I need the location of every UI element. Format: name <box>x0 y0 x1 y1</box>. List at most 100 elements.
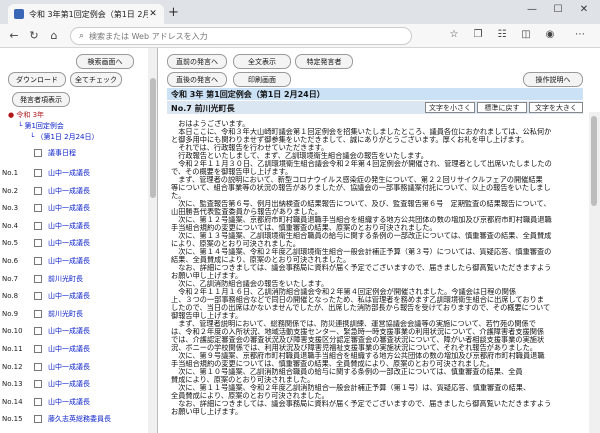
agenda-link[interactable]: 議事日程 <box>48 148 76 158</box>
speaker-row[interactable]: No.8 山中一成議長 <box>2 289 90 303</box>
speaker-row[interactable]: No.1 山中一成議長 <box>2 166 90 180</box>
speaker-display-button[interactable]: 発言者項表示 <box>12 92 70 107</box>
speaker-link[interactable]: 前川光町長 <box>48 274 83 284</box>
speaker-number: No.12 <box>2 362 23 371</box>
profile-icon[interactable]: ◉ <box>542 29 558 40</box>
speaker-checkbox[interactable] <box>34 345 42 353</box>
speaker-link[interactable]: 山中一成議長 <box>48 291 90 301</box>
home-icon[interactable]: ⌂ <box>46 29 62 42</box>
tab-title: 令和 3年第1回定例会（第1日 2月 <box>29 9 148 19</box>
search-screen-button[interactable]: 検索画面へ <box>76 54 134 69</box>
speaker-checkbox[interactable] <box>34 274 42 283</box>
transcript-line: お願い申し上げます。 <box>171 408 243 416</box>
transcript-pane: 直前の発言へ 全文表示 特定発言者 直後の発言へ 印刷画面 操作説明へ 令和 3… <box>159 48 600 433</box>
speaker-row[interactable]: No.2 山中一成議長 <box>2 184 90 198</box>
help-button[interactable]: 操作説明へ <box>523 72 583 87</box>
speaker-number: No.15 <box>2 415 23 424</box>
speaker-number: No.6 <box>2 257 19 265</box>
speaker-link[interactable]: 山中一成議長 <box>48 397 90 407</box>
transcript-line: おはようございます。 <box>171 120 250 128</box>
speaker-checkbox[interactable] <box>34 204 42 213</box>
speaker-number: No.9 <box>2 309 19 318</box>
transcript-line: では、介護認定審査会の審査状況及び障害支援区分認定審査会の審査状況について、障が… <box>171 336 545 344</box>
more-menu-icon[interactable]: ⋯ <box>572 29 588 40</box>
speaker-row[interactable]: No.6 山中一成議長 <box>2 254 90 268</box>
speaker-link[interactable]: 山中一成議長 <box>48 256 90 266</box>
speaker-number: No.13 <box>2 380 23 389</box>
refresh-icon[interactable]: ↻ <box>26 29 42 42</box>
tab-close-icon[interactable]: ✕ <box>148 9 158 19</box>
address-bar[interactable]: ⌕ 検索または Web アドレスを入力 <box>70 27 412 45</box>
favorites-bar-icon[interactable]: ☷ <box>494 29 510 40</box>
right-scrollbar-thumb[interactable] <box>591 116 597 206</box>
speaker-checkbox[interactable] <box>34 221 42 230</box>
next-speech-button[interactable]: 直後の発言へ <box>167 72 227 87</box>
speaker-link[interactable]: 山中一成議長 <box>48 379 90 389</box>
speaker-link[interactable]: 前川光町長 <box>48 309 83 319</box>
print-screen-button[interactable]: 印刷画面 <box>233 72 291 87</box>
speaker-row[interactable]: No.15 藤久志英総務委員長 <box>2 412 111 426</box>
speaker-checkbox[interactable] <box>34 415 42 424</box>
speaker-checkbox[interactable] <box>34 169 42 177</box>
speaker-row[interactable]: No.11 山中一成議長 <box>2 342 90 356</box>
close-window-icon[interactable]: ✕ <box>572 4 596 15</box>
maximize-icon[interactable]: ☐ <box>546 4 570 15</box>
speaker-row[interactable]: No.10 山中一成議長 <box>2 324 90 338</box>
transcript-line: 手当組合規約の変更については、慎重審査の結果、全員賛成により、原案のとおり可決さ… <box>171 360 494 368</box>
transcript-line: お願い申し上げます。 <box>171 272 243 280</box>
download-button[interactable]: ダウンロード <box>8 72 66 87</box>
agenda-row[interactable]: 議事日程 <box>2 146 76 160</box>
speaker-link[interactable]: 山中一成議長 <box>48 186 90 196</box>
tree-day[interactable]: └ （第1日 2月24日） <box>30 132 99 142</box>
font-smaller-button[interactable]: 文字を小さく <box>425 102 475 113</box>
font-larger-button[interactable]: 文字を大きく <box>529 102 583 113</box>
extensions-icon[interactable]: ◫ <box>518 29 534 40</box>
speaker-link[interactable]: 藤久志英総務委員長 <box>48 414 111 424</box>
specified-speaker-button[interactable]: 特定発言者 <box>295 54 353 69</box>
transcript-line: 等について、組合事業等の状況の報告がありましたが、協議会の一部事務議案付託につい… <box>171 184 551 192</box>
speaker-checkbox[interactable] <box>34 327 42 336</box>
right-scrollbar[interactable] <box>589 112 600 433</box>
speaker-checkbox[interactable] <box>34 380 42 389</box>
speaker-link[interactable]: 山中一成議長 <box>48 344 90 354</box>
favorites-star-icon[interactable]: ☆ <box>446 29 462 40</box>
speaker-row[interactable]: No.4 山中一成議長 <box>2 219 90 233</box>
left-scrollbar-thumb[interactable] <box>150 78 156 198</box>
speaker-row[interactable]: No.14 山中一成議長 <box>2 395 90 409</box>
transcript-line: まず、管理者説明において、総務関係では、防災連携訓練、運営協議会会議等の実施につ… <box>171 320 536 328</box>
speaker-checkbox[interactable] <box>34 186 42 195</box>
speaker-row[interactable]: No.12 山中一成議長 <box>2 360 90 374</box>
tree-session[interactable]: └ 第1回定例会 <box>18 121 64 131</box>
check-all-button[interactable]: 全てチェック <box>70 72 122 87</box>
speaker-row[interactable]: No.13 山中一成議長 <box>2 377 90 391</box>
speaker-row[interactable]: No.7 前川光町長 <box>2 272 83 286</box>
speaker-checkbox[interactable] <box>34 239 42 248</box>
agenda-checkbox[interactable] <box>34 149 42 157</box>
speaker-row[interactable]: No.5 山中一成議長 <box>2 236 90 250</box>
speaker-checkbox[interactable] <box>34 257 42 265</box>
speaker-checkbox[interactable] <box>34 362 42 371</box>
collections-icon[interactable]: ❐ <box>470 29 486 40</box>
show-all-button[interactable]: 全文表示 <box>233 54 291 69</box>
speaker-link[interactable]: 山中一成議長 <box>48 203 90 213</box>
speaker-checkbox[interactable] <box>34 397 42 406</box>
speaker-row[interactable]: No.3 山中一成議長 <box>2 201 90 215</box>
minimize-icon[interactable]: — <box>520 4 544 15</box>
transcript-line: まず、管理者の説明において、新型コロナウイルス感染症の発生について、第２２回リサ… <box>171 176 543 184</box>
back-icon[interactable]: ← <box>6 29 22 42</box>
transcript-line: 手当組合規約の変更については、慎重審査の結果、原案のとおり可決されました。 <box>171 224 437 232</box>
speaker-link[interactable]: 山中一成議長 <box>48 362 90 372</box>
speaker-link[interactable]: 山中一成議長 <box>48 221 90 231</box>
speaker-link[interactable]: 山中一成議長 <box>48 326 90 336</box>
speaker-checkbox[interactable] <box>34 309 42 318</box>
speaker-checkbox[interactable] <box>34 292 42 301</box>
speaker-link[interactable]: 山中一成議長 <box>48 238 90 248</box>
browser-tab[interactable]: 令和 3年第1回定例会（第1日 2月 ✕ <box>8 4 164 24</box>
speaker-row[interactable]: No.9 前川光町長 <box>2 307 83 321</box>
left-scrollbar[interactable] <box>148 48 157 433</box>
speaker-link[interactable]: 山中一成議長 <box>48 168 90 178</box>
new-tab-icon[interactable]: + <box>168 5 179 20</box>
font-standard-button[interactable]: 標準に戻す <box>477 102 527 113</box>
prev-speech-button[interactable]: 直前の発言へ <box>167 54 227 69</box>
tree-year[interactable]: ● 令和 3年 <box>8 110 44 120</box>
